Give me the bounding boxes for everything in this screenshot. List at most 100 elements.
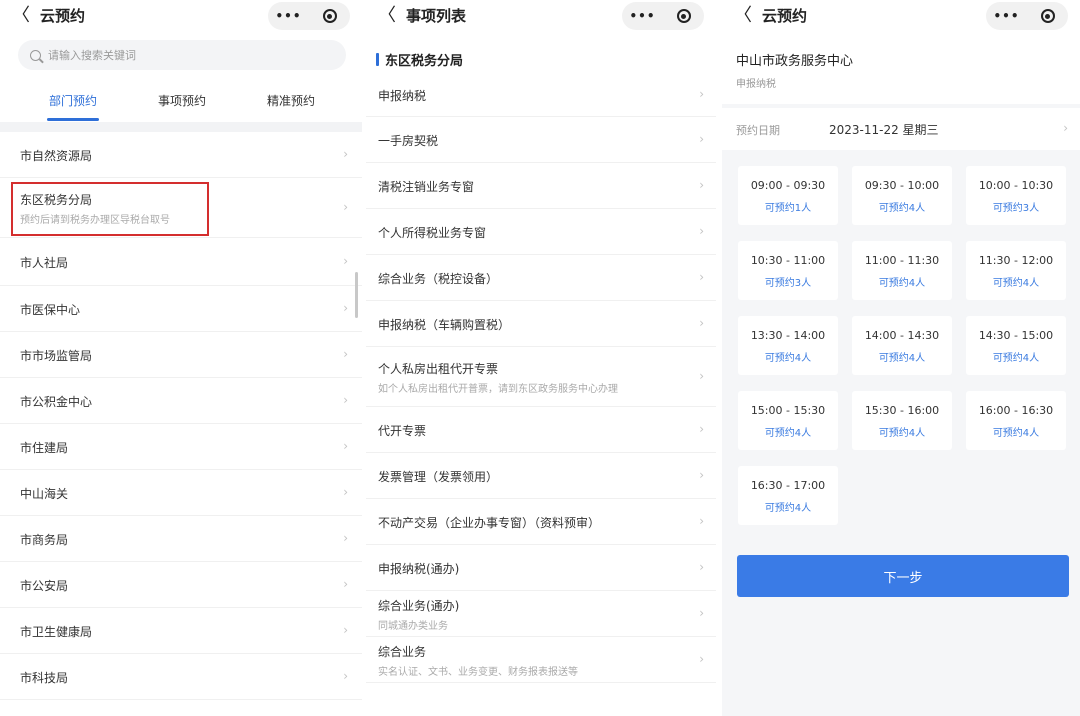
highlight-box	[11, 182, 209, 236]
list-item[interactable]: 市科技局 ›	[0, 654, 362, 700]
time-slot[interactable]: 14:00 - 14:30 可预约4人	[852, 316, 952, 375]
back-icon[interactable]: 〈	[378, 6, 396, 26]
time-slot[interactable]: 11:30 - 12:00 可预约4人	[966, 241, 1066, 300]
time-slot[interactable]: 15:30 - 16:00 可预约4人	[852, 391, 952, 450]
list-item[interactable]: 不动产交易（企业办事专窗）（资料预审） ›	[366, 499, 716, 545]
list-item[interactable]: 申报纳税(通办) ›	[366, 545, 716, 591]
item-title: 市医保中心	[20, 303, 81, 317]
item-title: 市住建局	[20, 441, 69, 455]
list-item[interactable]: 申报纳税（车辆购置税） ›	[366, 301, 716, 347]
list-item[interactable]: 市人社局 ›	[0, 238, 362, 286]
chevron-right-icon: ›	[343, 254, 348, 268]
scrollbar[interactable]	[355, 272, 358, 318]
slot-availability: 可预约4人	[992, 278, 1040, 289]
list-item[interactable]: 市市场监管局 ›	[0, 332, 362, 378]
list-item[interactable]: 综合业务(通办) 同城通办类业务 ›	[366, 591, 716, 637]
more-icon[interactable]: •••	[986, 9, 1027, 23]
back-icon[interactable]: 〈	[734, 6, 752, 26]
item-title: 市公安局	[20, 579, 69, 593]
list-item[interactable]: 一手房契税 ›	[366, 117, 716, 163]
page-title: 云预约	[762, 7, 808, 25]
date-label: 预约日期	[736, 124, 780, 137]
item-subtitle: 实名认证、文书、业务变更、财务报表报送等	[378, 667, 578, 678]
item-title: 综合业务（税控设备）	[378, 272, 499, 286]
search-placeholder: 请输入搜索关键词	[48, 49, 136, 62]
list-item[interactable]: 中山海关 ›	[0, 470, 362, 516]
list-item[interactable]: 市商务局 ›	[0, 516, 362, 562]
list-item[interactable]: 市医保中心 ›	[0, 286, 362, 332]
more-icon[interactable]: •••	[268, 9, 309, 23]
time-slot[interactable]: 13:30 - 14:00 可预约4人	[738, 316, 838, 375]
item-title: 市人社局	[20, 256, 69, 270]
date-value: 2023-11-22 星期三	[829, 123, 939, 137]
time-slot[interactable]: 16:30 - 17:00 可预约4人	[738, 466, 838, 525]
back-icon[interactable]: 〈	[12, 6, 30, 26]
time-slot[interactable]: 16:00 - 16:30 可预约4人	[966, 391, 1066, 450]
mini-program-capsule: •••	[622, 2, 704, 30]
chevron-right-icon: ›	[699, 468, 704, 482]
slot-availability: 可预约4人	[992, 353, 1040, 364]
slot-availability: 可预约3人	[764, 278, 812, 289]
slot-time: 14:30 - 15:00	[978, 329, 1054, 342]
item-title: 一手房契税	[378, 134, 439, 148]
list-item[interactable]: 个人所得税业务专窗 ›	[366, 209, 716, 255]
tab-department[interactable]: 部门预约	[49, 92, 97, 109]
chevron-right-icon: ›	[1063, 121, 1068, 135]
time-slot[interactable]: 14:30 - 15:00 可预约4人	[966, 316, 1066, 375]
list-item[interactable]: 代开专票 ›	[366, 407, 716, 453]
list-item[interactable]: 市卫生健康局 ›	[0, 608, 362, 654]
slot-time: 09:00 - 09:30	[750, 179, 826, 192]
slot-availability: 可预约4人	[992, 428, 1040, 439]
chevron-right-icon: ›	[699, 560, 704, 574]
item-title: 市自然资源局	[20, 149, 93, 163]
close-target-icon[interactable]	[309, 9, 350, 23]
tab-precise[interactable]: 精准预约	[267, 92, 315, 109]
item-title: 个人私房出租代开专票	[378, 362, 499, 376]
more-icon[interactable]: •••	[622, 9, 663, 23]
date-selector[interactable]: 预约日期 2023-11-22 星期三 ›	[722, 108, 1080, 150]
list-item[interactable]: 发票管理（发票领用） ›	[366, 453, 716, 499]
close-target-icon[interactable]	[1027, 9, 1068, 23]
slot-time: 15:00 - 15:30	[750, 404, 826, 417]
next-button[interactable]: 下一步	[737, 555, 1069, 597]
time-slot[interactable]: 09:30 - 10:00 可预约4人	[852, 166, 952, 225]
time-slot-panel: 〈 云预约 ••• 中山市政务服务中心 申报纳税 预约日期 2023-11-22…	[722, 0, 1080, 716]
chevron-right-icon: ›	[343, 439, 348, 453]
time-slot[interactable]: 09:00 - 09:30 可预约1人	[738, 166, 838, 225]
item-title: 市公积金中心	[20, 395, 93, 409]
search-icon	[30, 49, 41, 61]
item-title: 个人所得税业务专窗	[378, 226, 487, 240]
list-item[interactable]: 综合业务（税控设备） ›	[366, 255, 716, 301]
chevron-right-icon: ›	[343, 577, 348, 591]
time-slot[interactable]: 10:30 - 11:00 可预约3人	[738, 241, 838, 300]
list-item[interactable]: 申报纳税 ›	[366, 72, 716, 117]
time-slot[interactable]: 10:00 - 10:30 可预约3人	[966, 166, 1066, 225]
service-info-card: 中山市政务服务中心 申报纳税	[722, 34, 1080, 104]
matter-list-panel: 〈 事项列表 ••• 东区税务分局 申报纳税 › 一手房契税 › 清税注销业务专窗 › 个人…	[366, 0, 716, 716]
list-item[interactable]: 市住建局 ›	[0, 424, 362, 470]
slot-availability: 可预约4人	[878, 353, 926, 364]
item-title: 申报纳税（车辆购置税）	[378, 318, 511, 332]
navbar: 〈 云预约 •••	[722, 0, 1080, 34]
list-item[interactable]: 综合业务 实名认证、文书、业务变更、财务报表报送等 ›	[366, 637, 716, 683]
tab-matter[interactable]: 事项预约	[158, 92, 206, 109]
slot-time: 10:00 - 10:30	[978, 179, 1054, 192]
item-title: 中山海关	[20, 487, 69, 501]
search-input[interactable]: 请输入搜索关键词	[18, 40, 346, 70]
time-slot[interactable]: 11:00 - 11:30 可预约4人	[852, 241, 952, 300]
close-target-icon[interactable]	[663, 9, 704, 23]
mini-program-capsule: •••	[268, 2, 350, 30]
item-title: 综合业务	[378, 645, 427, 659]
navbar: 〈 事项列表 •••	[366, 0, 716, 34]
chevron-right-icon: ›	[699, 132, 704, 146]
list-item[interactable]: 市公积金中心 ›	[0, 378, 362, 424]
item-title: 发票管理（发票领用）	[378, 470, 499, 484]
slot-time: 10:30 - 11:00	[750, 254, 826, 267]
chevron-right-icon: ›	[343, 623, 348, 637]
list-item[interactable]: 市自然资源局 ›	[0, 132, 362, 178]
chevron-right-icon: ›	[343, 531, 348, 545]
time-slot[interactable]: 15:00 - 15:30 可预约4人	[738, 391, 838, 450]
list-item[interactable]: 个人私房出租代开专票 如个人私房出租代开普票，请到东区政务服务中心办理 ›	[366, 347, 716, 407]
list-item[interactable]: 清税注销业务专窗 ›	[366, 163, 716, 209]
list-item[interactable]: 市公安局 ›	[0, 562, 362, 608]
